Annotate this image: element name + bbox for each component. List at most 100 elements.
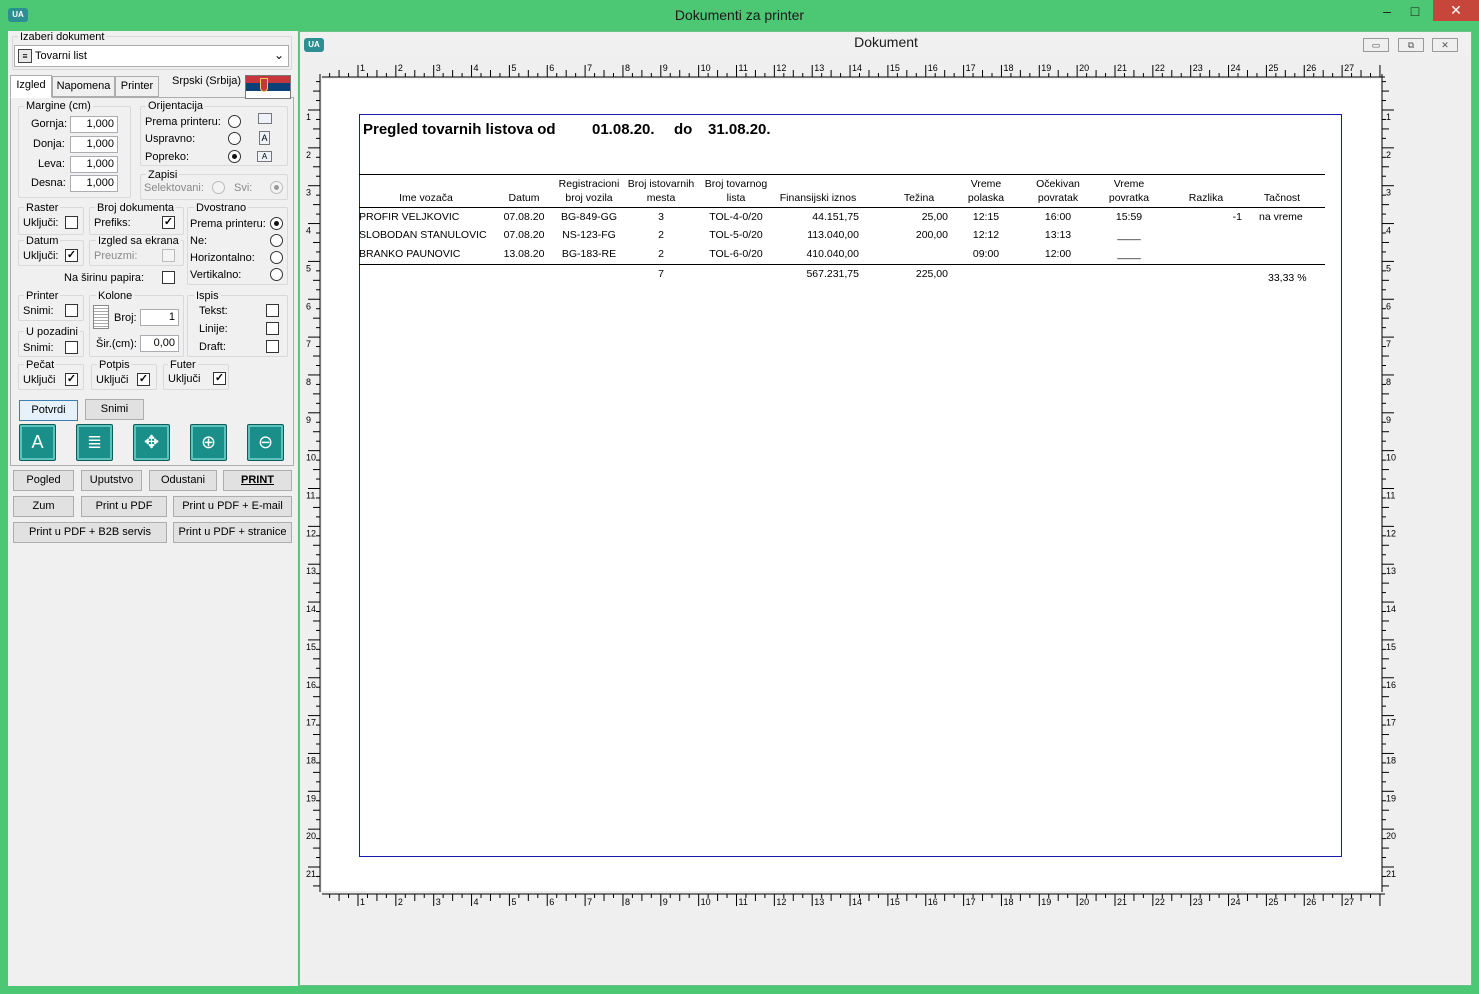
print-text-checkbox[interactable] [266, 304, 279, 317]
ruler-number: 8 [625, 897, 630, 907]
ruler-number: 10 [1386, 453, 1396, 463]
print-button[interactable]: PRINT [223, 470, 292, 491]
columns-width-input[interactable]: 0,00 [140, 335, 179, 352]
title-bar: UA Dokumenti za printer – □ ✕ [0, 0, 1479, 30]
minimize-icon[interactable]: – [1372, 0, 1402, 22]
columns-count-input[interactable]: 1 [140, 309, 179, 326]
print-lines-checkbox[interactable] [266, 322, 279, 335]
records-selected-radio[interactable] [212, 181, 225, 194]
margin-right-input[interactable]: 1,000 [70, 175, 118, 192]
ruler-number: 11 [306, 491, 315, 501]
tab-izgled[interactable]: Izgled [10, 75, 52, 98]
prefix-checkbox[interactable]: ✓ [162, 216, 175, 229]
printer-save-checkbox[interactable] [65, 304, 78, 317]
instructions-button[interactable]: Uputstvo [81, 470, 142, 491]
ruler-number: 22 [1155, 63, 1165, 73]
date-checkbox[interactable]: ✓ [65, 249, 78, 262]
tab-napomena[interactable]: Napomena [52, 76, 115, 97]
duplex-horizontal-radio[interactable] [270, 251, 283, 264]
mdi-restore-icon[interactable]: ⧉ [1398, 38, 1424, 52]
document-select[interactable]: ≡ Tovarni list ⌄ [14, 45, 289, 67]
ruler-number: 21 [306, 869, 316, 879]
ruler-number: 25 [1268, 63, 1278, 73]
ruler-number: 13 [814, 897, 824, 907]
ruler-number: 18 [306, 755, 316, 765]
margin-right-label: Desna: [31, 177, 66, 189]
print-draft-checkbox[interactable] [266, 340, 279, 353]
footer-label: Futer [168, 359, 198, 371]
take-over-label: Preuzmi: [94, 250, 138, 262]
ruler-number: 18 [1003, 63, 1013, 73]
margin-top-input[interactable]: 1,000 [70, 116, 118, 133]
ruler-number: 9 [663, 897, 668, 907]
column-header: lista [726, 192, 746, 204]
ruler-number: 4 [1386, 226, 1391, 236]
signature-checkbox[interactable]: ✓ [137, 373, 150, 386]
orient-portrait-radio[interactable] [228, 132, 241, 145]
header-bottom-line [359, 207, 1325, 208]
print-pdf-b2b-button[interactable]: Print u PDF + B2B servis [13, 522, 167, 543]
ruler-number: 10 [701, 897, 711, 907]
printer-icon [258, 113, 272, 124]
move-icon[interactable]: ✥ [133, 424, 170, 461]
duplex-printer-radio[interactable] [270, 217, 283, 230]
horizontal-ruler-top: 1 2 3 4 5 6 7 8 9 10 11 12 13 14 15 16 17 18 19 20 21 22 23 24 2… [322, 63, 1385, 78]
table-cell: ____ [1117, 229, 1141, 241]
tab-printer[interactable]: Printer [115, 76, 159, 97]
serbian-flag-icon[interactable] [245, 75, 291, 99]
mdi-minimize-icon[interactable]: ▭ [1363, 38, 1389, 52]
print-text-label: Tekst: [199, 305, 228, 317]
document-icon[interactable]: ≣ [76, 424, 113, 461]
report-date-separator: do [674, 121, 693, 138]
orient-landscape-radio[interactable] [228, 150, 241, 163]
close-window-button[interactable]: ✕ [1433, 0, 1479, 21]
document-select-value: Tovarni list [35, 50, 87, 62]
column-header: Tačnost [1263, 192, 1301, 204]
ruler-number: 6 [306, 301, 311, 311]
ruler-number: 6 [1386, 301, 1391, 311]
mdi-close-icon[interactable]: ✕ [1432, 38, 1458, 52]
background-save-checkbox[interactable] [65, 341, 78, 354]
document-select-label: Izaberi dokument [18, 31, 107, 43]
save-button[interactable]: Snimi [85, 399, 144, 420]
stamp-checkbox[interactable]: ✓ [65, 373, 78, 386]
landscape-icon: A [257, 151, 272, 162]
view-button[interactable]: Pogled [13, 470, 74, 491]
cancel-button[interactable]: Odustani [149, 470, 217, 491]
print-pdf-email-button[interactable]: Print u PDF + E-mail [173, 496, 292, 517]
column-header: Vreme [970, 178, 1002, 190]
print-pdf-pages-button[interactable]: Print u PDF + stranice [173, 522, 292, 543]
records-all-radio[interactable] [270, 181, 283, 194]
column-header: Datum [508, 192, 540, 204]
ruler-number: 5 [511, 897, 516, 907]
ruler-number: 7 [587, 897, 592, 907]
orient-printer-radio[interactable] [228, 115, 241, 128]
zoom-out-icon[interactable]: ⊖ [247, 424, 284, 461]
ruler-number: 21 [1117, 63, 1127, 73]
ruler-number: 2 [398, 897, 403, 907]
print-pdf-button[interactable]: Print u PDF [81, 496, 167, 517]
zoom-button[interactable]: Zum [13, 496, 74, 517]
footer-checkbox[interactable]: ✓ [213, 372, 226, 385]
duplex-no-radio[interactable] [270, 234, 283, 247]
ruler-number: 14 [1386, 604, 1396, 614]
duplex-vertical-radio[interactable] [270, 268, 283, 281]
take-over-checkbox[interactable] [162, 249, 175, 262]
ruler-number: 8 [625, 63, 630, 73]
paper-width-checkbox[interactable] [162, 271, 175, 284]
zoom-in-icon[interactable]: ⊕ [190, 424, 227, 461]
table-cell: TOL-6-0/20 [709, 248, 763, 260]
margin-bottom-input[interactable]: 1,000 [70, 136, 118, 153]
margin-left-input[interactable]: 1,000 [70, 156, 118, 173]
column-header: Razlika [1188, 192, 1224, 204]
ruler-number: 17 [966, 897, 976, 907]
maximize-icon[interactable]: □ [1400, 0, 1430, 22]
edit-text-icon[interactable]: A [19, 424, 56, 461]
raster-checkbox[interactable] [65, 216, 78, 229]
table-cell: TOL-5-0/20 [709, 229, 763, 241]
ruler-number: 22 [1155, 897, 1165, 907]
confirm-button[interactable]: Potvrdi [19, 400, 78, 421]
page-frame [359, 114, 1342, 857]
header-top-line [359, 174, 1325, 175]
table-cell: TOL-4-0/20 [709, 211, 763, 223]
